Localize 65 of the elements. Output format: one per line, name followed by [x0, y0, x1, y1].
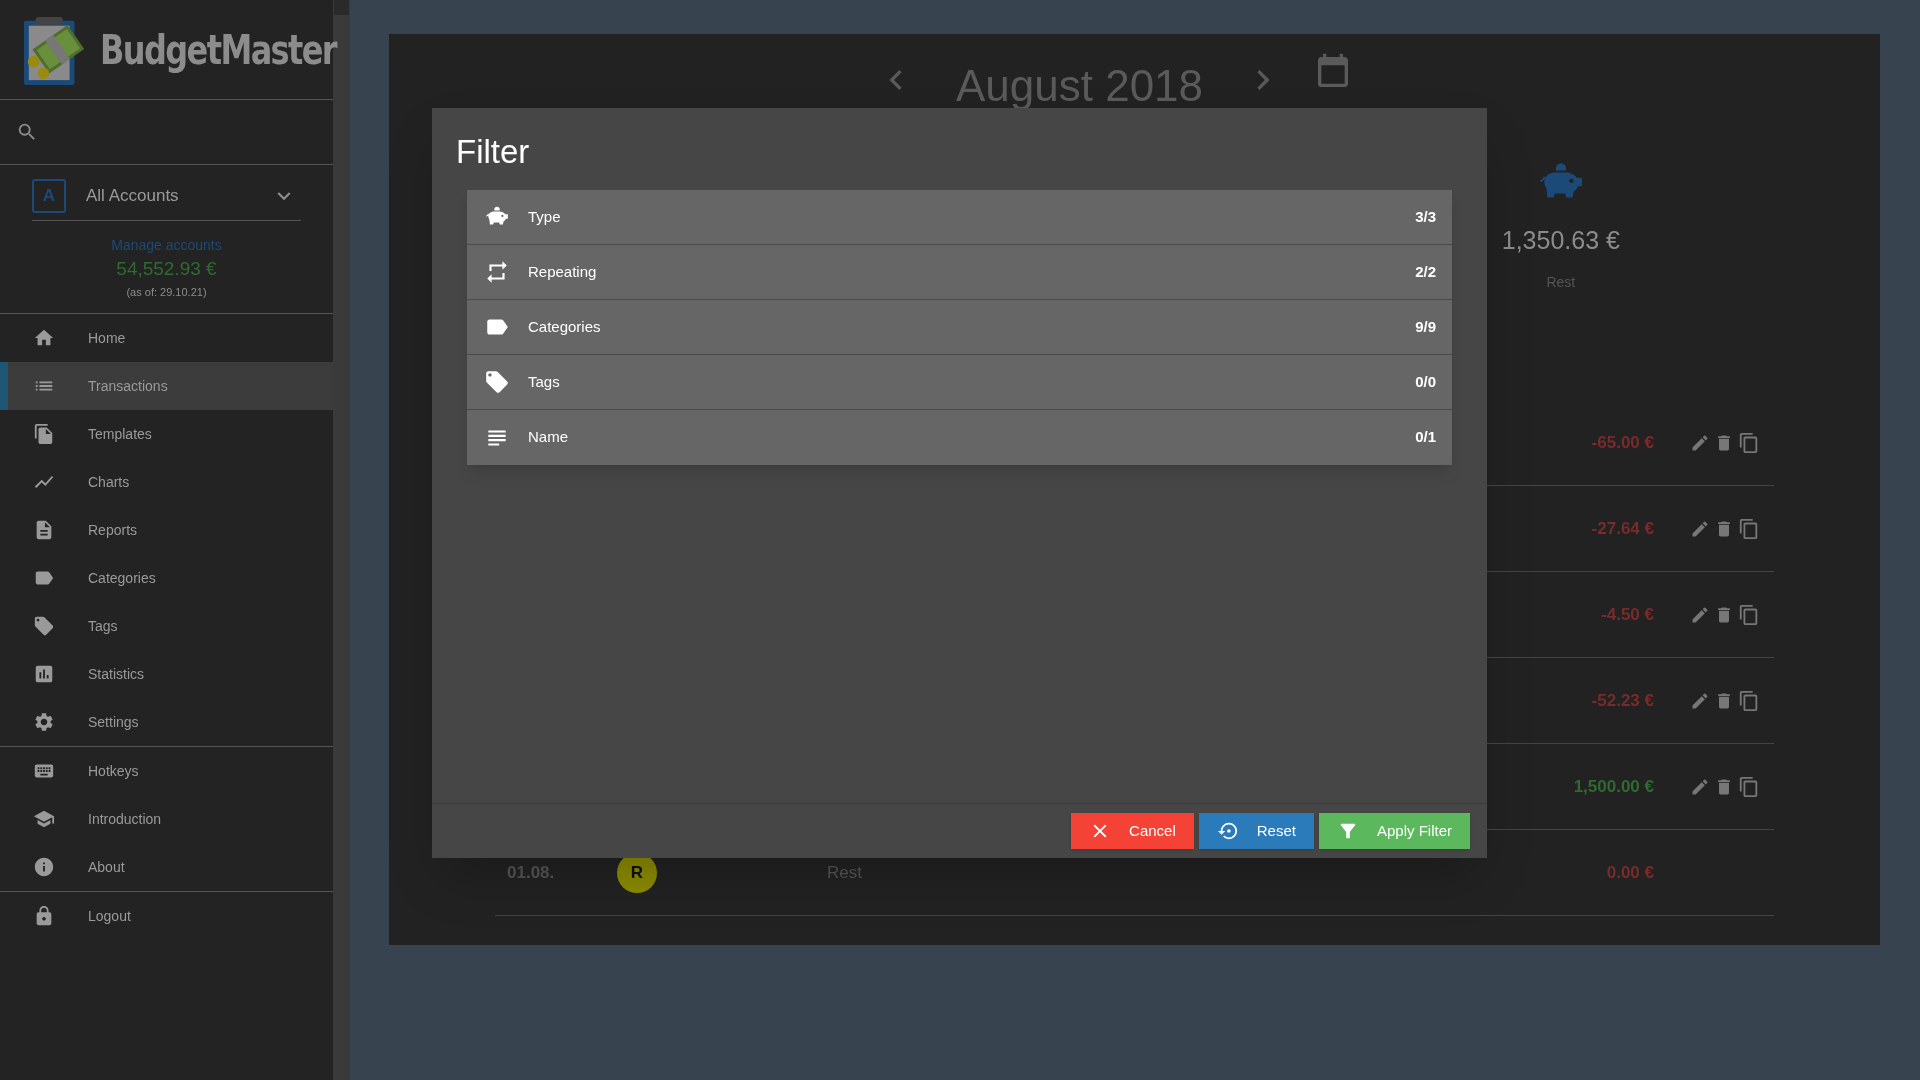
transaction-amount: 0.00 €: [1606, 861, 1654, 884]
account-name: All Accounts: [86, 185, 180, 208]
filter-row[interactable]: Type 3/3: [467, 190, 1452, 245]
copy-icon[interactable]: [1738, 689, 1760, 712]
filter-label: Categories: [528, 316, 602, 337]
tag-icon: [33, 615, 55, 637]
nav-item[interactable]: Tags: [0, 602, 333, 650]
filter-count: 2/2: [1415, 261, 1436, 282]
nav-item[interactable]: Reports: [0, 506, 333, 554]
filter-count: 9/9: [1415, 316, 1436, 337]
transaction-amount: 1,500.00 €: [1573, 775, 1654, 798]
history-icon: [1216, 820, 1239, 842]
info-icon: [33, 856, 55, 878]
balance-date: (as of: 29.10.21): [126, 285, 207, 300]
transaction-amount: -4.50 €: [1601, 603, 1654, 626]
transaction-amount: -27.64 €: [1591, 517, 1654, 540]
copy-icon[interactable]: [1738, 775, 1760, 798]
filter-row[interactable]: Categories 9/9: [467, 300, 1452, 355]
filter-label: Type: [528, 206, 562, 227]
nav-item[interactable]: Introduction: [0, 795, 333, 843]
transaction-amount: -52.23 €: [1591, 689, 1654, 712]
nav-item[interactable]: Transactions: [0, 362, 333, 410]
graduation-cap-icon: [33, 808, 55, 830]
nav-item[interactable]: Categories: [0, 554, 333, 602]
filter-label: Tags: [528, 371, 561, 392]
filter-label: Repeating: [528, 261, 598, 282]
bar-chart-icon: [33, 663, 55, 685]
nav-item[interactable]: Templates: [0, 410, 333, 458]
nav-item[interactable]: Hotkeys: [0, 747, 333, 795]
filter-count: 0/0: [1415, 371, 1436, 392]
copy-icon[interactable]: [1738, 431, 1760, 454]
account-select[interactable]: A All Accounts: [32, 176, 301, 221]
settings-icon: [33, 711, 55, 733]
nav-item[interactable]: About: [0, 843, 333, 891]
tag-icon: [484, 369, 510, 395]
nav-item[interactable]: Home: [0, 314, 333, 362]
edit-icon[interactable]: [1690, 690, 1710, 711]
nav-item[interactable]: Statistics: [0, 650, 333, 698]
app-title: BudgetMaster: [100, 25, 337, 75]
edit-icon[interactable]: [1690, 432, 1710, 453]
account-balance: 54,552.93 €: [116, 257, 217, 281]
filter-label: Name: [528, 427, 569, 448]
copy-icon[interactable]: [1738, 517, 1760, 540]
transaction-amount: -65.00 €: [1591, 431, 1654, 454]
filter-row[interactable]: Repeating 2/2: [467, 245, 1452, 300]
edit-icon[interactable]: [1690, 776, 1710, 797]
month-title: August 2018: [955, 64, 1204, 108]
edit-icon[interactable]: [1690, 518, 1710, 539]
account-avatar: A: [32, 179, 66, 213]
filter-count: 0/1: [1415, 427, 1436, 448]
cancel-button[interactable]: Cancel: [1071, 813, 1194, 849]
repeat-icon: [484, 259, 510, 285]
reset-button[interactable]: Reset: [1198, 813, 1314, 849]
copy-icon[interactable]: [1738, 603, 1760, 626]
filter-row[interactable]: Tags 0/0: [467, 355, 1452, 410]
files-icon: [33, 423, 55, 445]
filter-count: 3/3: [1415, 206, 1436, 227]
dialog-title: Filter: [456, 132, 531, 172]
nav-item[interactable]: Settings: [0, 698, 333, 746]
nav-item[interactable]: Logout: [0, 892, 333, 940]
filter-row[interactable]: Name 0/1: [467, 410, 1452, 465]
search-icon[interactable]: [16, 121, 38, 143]
rest-amount: 1,350.63 €: [1501, 225, 1620, 256]
nav-item[interactable]: Charts: [0, 458, 333, 506]
edit-icon[interactable]: [1690, 604, 1710, 625]
